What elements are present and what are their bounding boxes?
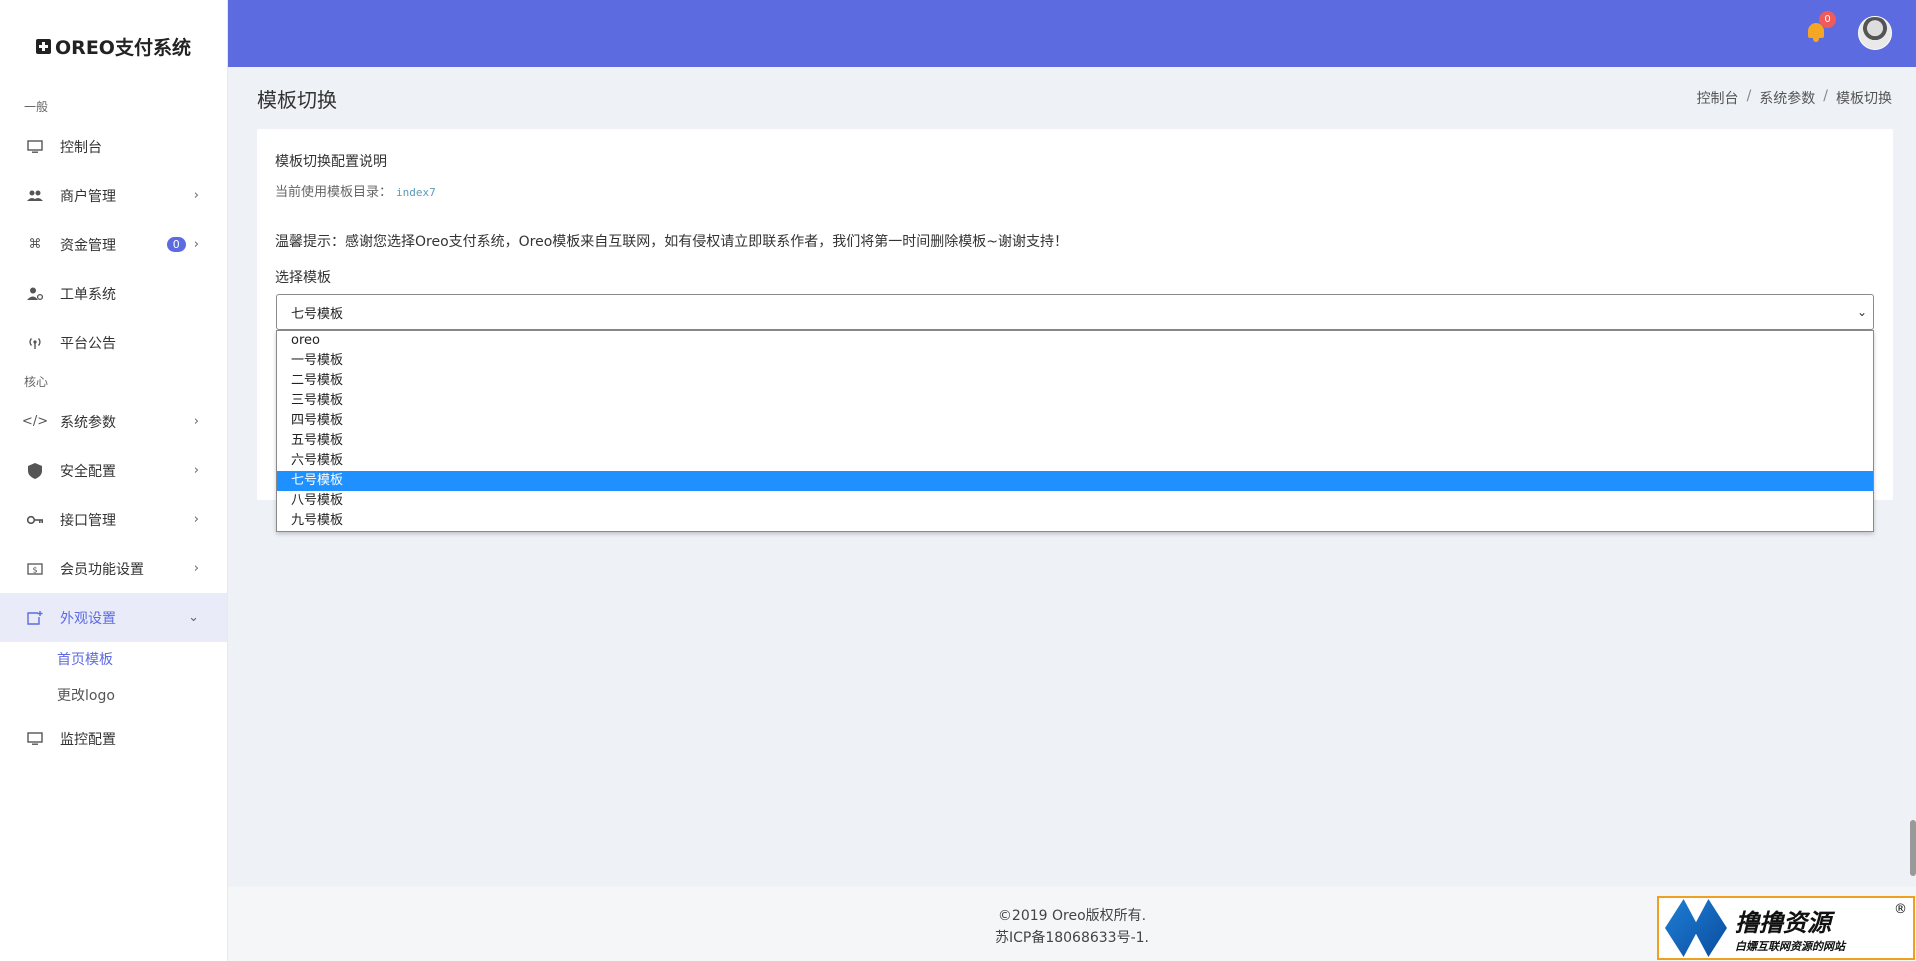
- sidebar-item-label: 工单系统: [60, 286, 116, 303]
- template-dir-label: 当前使用模板目录：: [275, 185, 393, 200]
- sidebar-item-merchants[interactable]: 商户管理 ›: [0, 171, 227, 220]
- bell-icon[interactable]: 0: [1806, 11, 1836, 42]
- chevron-right-icon: ›: [193, 237, 199, 252]
- sidebar-item-member-settings[interactable]: $ 会员功能设置 ›: [0, 544, 227, 593]
- watermark-main: 撸撸资源: [1735, 908, 1831, 937]
- dollar-box-icon: $: [26, 560, 44, 578]
- watermark-text: 撸撸资源 白嫖互联网资源的网站: [1735, 903, 1845, 954]
- chevron-down-icon: ⌄: [188, 610, 199, 625]
- notification-badge: 0: [1819, 11, 1836, 28]
- broadcast-icon: [26, 334, 44, 352]
- template-select-label: 选择模板: [275, 270, 331, 286]
- option-oreo[interactable]: oreo: [277, 331, 1873, 351]
- avatar[interactable]: [1858, 16, 1892, 50]
- sidebar-item-announcements[interactable]: 平台公告: [0, 318, 227, 367]
- chevron-right-icon: ›: [193, 512, 199, 527]
- option-template-1[interactable]: 一号模板: [277, 351, 1873, 371]
- sidebar-item-label: 安全配置: [60, 463, 116, 480]
- command-icon: ⌘: [28, 237, 42, 252]
- notice-text: 温馨提示：感谢您选择Oreo支付系统，Oreo模板来自互联网，如有侵权请立即联系…: [275, 234, 1069, 250]
- sidebar-item-funds[interactable]: ⌘ 资金管理 0 ›: [0, 220, 227, 269]
- sidebar-item-label: 外观设置: [60, 610, 116, 627]
- breadcrumb-separator: /: [1823, 88, 1828, 104]
- option-template-5[interactable]: 五号模板: [277, 431, 1873, 451]
- option-template-6[interactable]: 六号模板: [277, 451, 1873, 471]
- sidebar-item-label: 资金管理: [60, 237, 116, 254]
- code-icon: </>: [21, 414, 49, 429]
- sidebar-item-label: 系统参数: [60, 414, 116, 431]
- option-template-7[interactable]: 七号模板: [277, 471, 1873, 491]
- count-badge: 0: [166, 237, 186, 252]
- page-title: 模板切换: [257, 87, 337, 112]
- sidebar-item-appearance[interactable]: 外观设置 ⌄: [0, 593, 227, 642]
- page-header: 模板切换 控制台 / 系统参数 / 模板切换: [228, 67, 1916, 129]
- registered-mark: ®: [1894, 902, 1907, 917]
- option-template-8[interactable]: 八号模板: [277, 491, 1873, 511]
- template-select[interactable]: 七号模板 ⌄: [276, 294, 1874, 330]
- section-title-general: 一般: [24, 100, 49, 114]
- layout-add-icon: [26, 609, 44, 627]
- chevron-right-icon: ›: [193, 188, 199, 203]
- sidebar-item-label: 平台公告: [60, 335, 116, 352]
- bell-clapper: [1813, 38, 1819, 42]
- sidebar-item-label: 控制台: [60, 139, 102, 156]
- option-template-2[interactable]: 二号模板: [277, 371, 1873, 391]
- template-select-value: 七号模板: [291, 306, 344, 322]
- sidebar-item-label: 商户管理: [60, 188, 116, 205]
- sidebar-item-label: 会员功能设置: [60, 561, 144, 578]
- watermark-sub: 白嫖互联网资源的网站: [1735, 939, 1845, 953]
- watermark: 撸撸资源 白嫖互联网资源的网站 ®: [1657, 896, 1915, 960]
- option-template-4[interactable]: 四号模板: [277, 411, 1873, 431]
- sidebar-item-system-params[interactable]: </> 系统参数 ›: [0, 397, 227, 446]
- chevron-right-icon: ›: [193, 561, 199, 576]
- sidebar-item-security[interactable]: 安全配置 ›: [0, 446, 227, 495]
- svg-text:$: $: [32, 565, 37, 574]
- option-template-3[interactable]: 三号模板: [277, 391, 1873, 411]
- sidebar-item-tickets[interactable]: 工单系统: [0, 269, 227, 318]
- brand-name: OREO支付系统: [55, 36, 191, 59]
- breadcrumb-item-system-params[interactable]: 系统参数: [1759, 88, 1815, 108]
- sidebar-item-label: 监控配置: [60, 731, 116, 748]
- monitor-icon: [26, 138, 44, 156]
- template-dir-info: 当前使用模板目录： index7: [275, 181, 436, 200]
- sidebar-item-monitoring[interactable]: 监控配置: [0, 714, 227, 763]
- breadcrumb-item-dashboard[interactable]: 控制台: [1697, 88, 1739, 108]
- watermark-logo-icon: [1665, 899, 1727, 957]
- section-title-core: 核心: [24, 375, 49, 389]
- chevron-right-icon: ›: [193, 463, 199, 478]
- scrollbar-thumb[interactable]: [1910, 820, 1916, 876]
- brand[interactable]: OREO支付系统: [0, 0, 227, 92]
- user-gear-icon: [26, 285, 44, 303]
- breadcrumb-separator: /: [1746, 88, 1752, 104]
- top-bar: 0: [228, 0, 1916, 67]
- breadcrumb-item-current: 模板切换: [1836, 91, 1892, 107]
- sidebar: OREO支付系统 一般 控制台 商户管理 › ⌘ 资金管理 0 › 工单系统 平…: [0, 0, 228, 961]
- sidebar-item-dashboard[interactable]: 控制台: [0, 122, 227, 171]
- key-icon: [26, 511, 44, 529]
- sidebar-subitem-change-logo[interactable]: 更改logo: [0, 678, 227, 714]
- plus-square-icon: [36, 38, 52, 54]
- sidebar-subitem-home-template[interactable]: 首页模板: [0, 642, 227, 678]
- users-icon: [26, 187, 44, 205]
- option-template-9[interactable]: 九号模板: [277, 511, 1873, 531]
- sidebar-item-api[interactable]: 接口管理 ›: [0, 495, 227, 544]
- template-dir-value: index7: [396, 186, 436, 199]
- sidebar-item-label: 接口管理: [60, 512, 116, 529]
- template-options-list: oreo 一号模板 二号模板 三号模板 四号模板 五号模板 六号模板 七号模板 …: [276, 330, 1874, 532]
- card-title: 模板切换配置说明: [275, 154, 387, 170]
- chevron-right-icon: ›: [193, 414, 199, 429]
- chevron-down-icon: ⌄: [1856, 305, 1867, 319]
- shield-icon: [26, 462, 44, 480]
- breadcrumb: 控制台 / 系统参数 / 模板切换: [1697, 88, 1892, 108]
- monitor-icon: [26, 730, 44, 748]
